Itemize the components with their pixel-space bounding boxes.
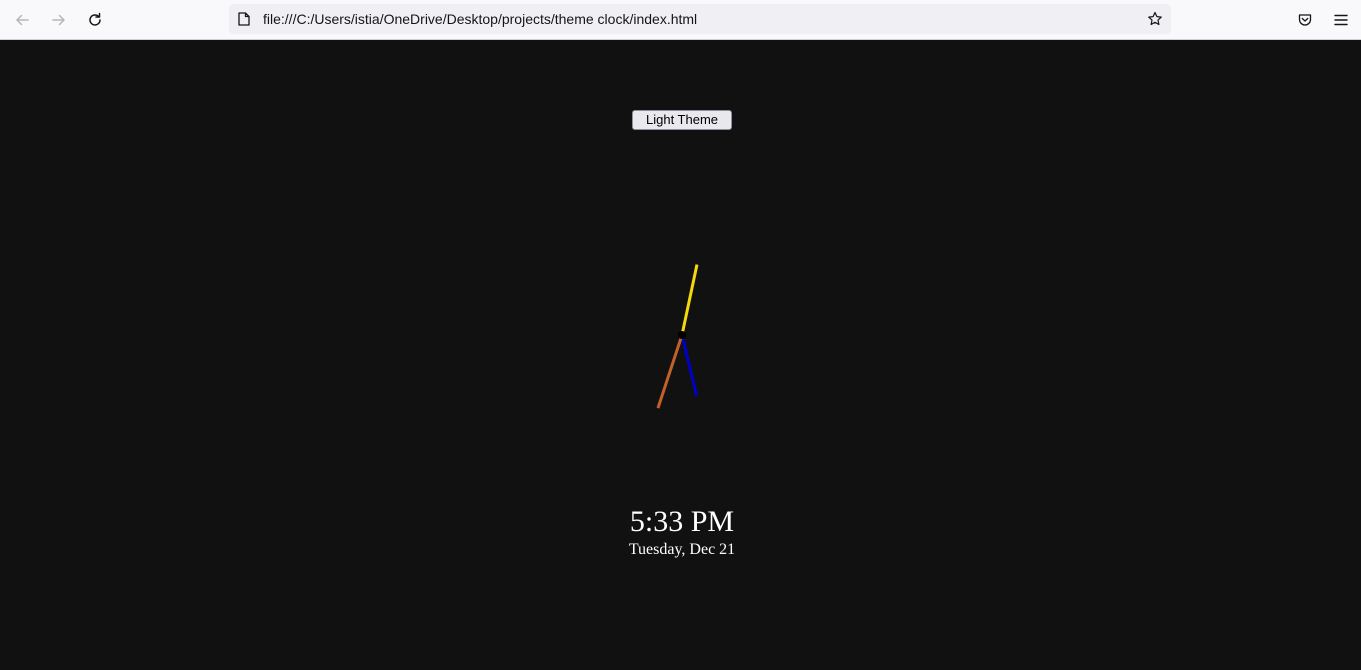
forward-button[interactable] bbox=[45, 6, 73, 34]
page-icon bbox=[238, 12, 250, 26]
reload-icon bbox=[89, 12, 101, 26]
menu-button[interactable] bbox=[1327, 6, 1355, 34]
url-text[interactable]: file:///C:/Users/istia/OneDrive/Desktop/… bbox=[263, 11, 697, 27]
second-hand bbox=[680, 264, 699, 336]
pocket-button[interactable] bbox=[1291, 6, 1319, 34]
pocket-icon bbox=[1298, 14, 1312, 26]
date-display: Tuesday, Dec 21 bbox=[628, 541, 736, 558]
hamburger-menu-icon bbox=[1334, 14, 1348, 26]
time-display: 5:33 PM bbox=[629, 505, 735, 538]
clock-center bbox=[678, 331, 686, 339]
hour-hand bbox=[680, 334, 699, 397]
star-icon[interactable] bbox=[1147, 11, 1163, 27]
theme-toggle-button[interactable]: Light Theme bbox=[632, 110, 732, 130]
browser-toolbar: file:///C:/Users/istia/OneDrive/Desktop/… bbox=[0, 0, 1361, 40]
clock bbox=[656, 264, 699, 409]
url-bar[interactable]: file:///C:/Users/istia/OneDrive/Desktop/… bbox=[229, 4, 1171, 34]
page-content: Light Theme 5:33 PM Tuesday, Dec 21 bbox=[0, 40, 1361, 670]
back-button[interactable] bbox=[8, 6, 36, 34]
arrow-left-icon bbox=[16, 14, 29, 26]
minute-hand bbox=[656, 334, 684, 409]
arrow-right-icon bbox=[52, 14, 65, 26]
reload-button[interactable] bbox=[81, 6, 109, 34]
